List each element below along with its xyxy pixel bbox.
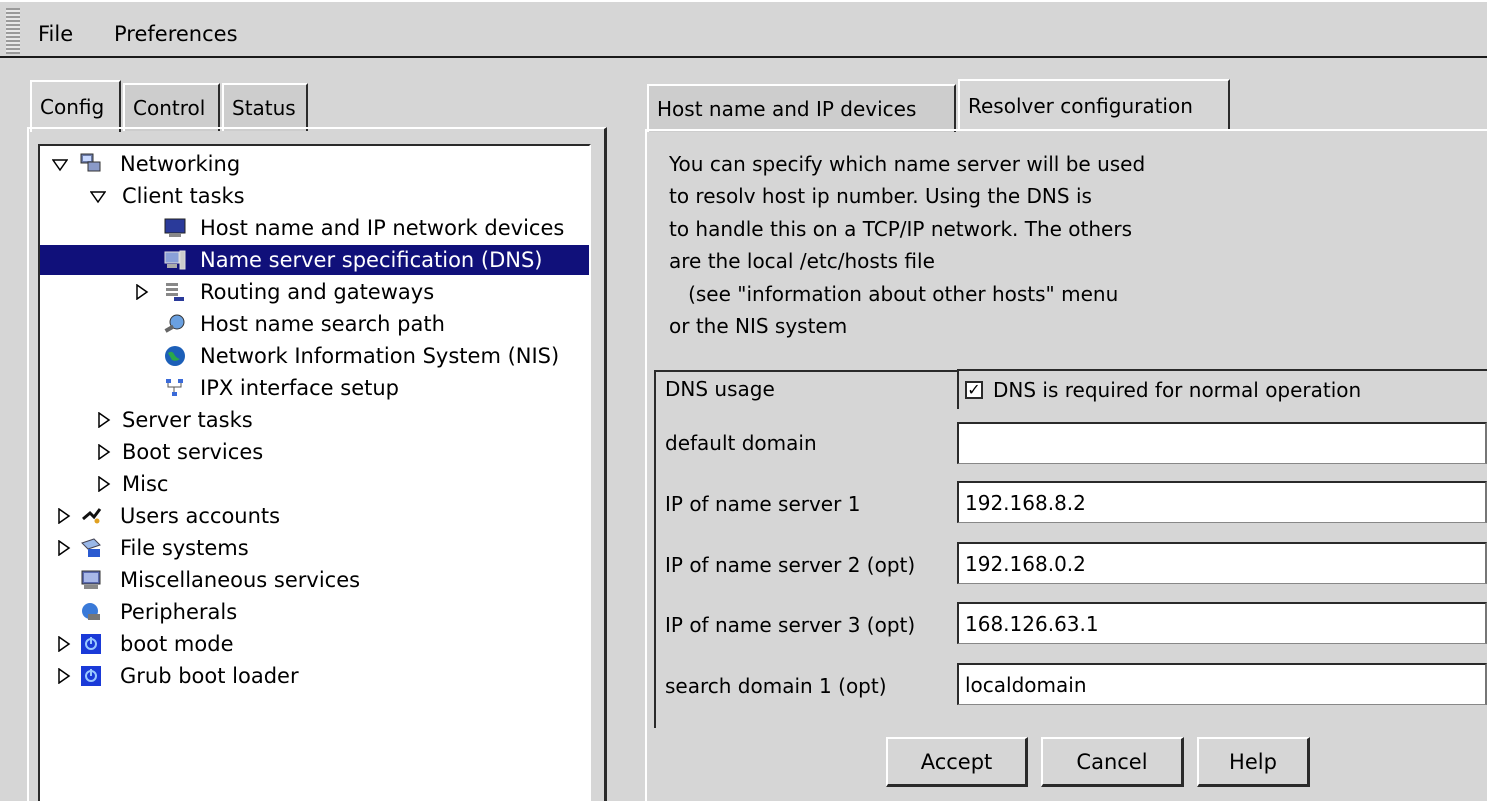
menubar: File Preferences [0, 0, 1487, 58]
tree-label-misc-services: Miscellaneous services [120, 568, 361, 592]
ns3-input[interactable] [957, 602, 1487, 644]
ns3-label: IP of name server 3 (opt) [665, 613, 916, 637]
computer-services-icon [81, 570, 101, 589]
tree-item-server-tasks[interactable]: Server tasks [40, 405, 589, 435]
tree-item-networking[interactable]: Networking [40, 149, 589, 179]
tree-item-peripherals[interactable]: Peripherals [40, 597, 589, 627]
ns1-label: IP of name server 1 [665, 492, 861, 516]
collapsed-triangle-icon[interactable] [96, 412, 112, 428]
network-nodes-icon [166, 379, 183, 396]
tree-label-users-accounts: Users accounts [120, 504, 281, 528]
default-domain-input[interactable] [957, 422, 1487, 464]
dns-required-label: DNS is required for normal operation [993, 378, 1362, 402]
search1-input[interactable] [957, 663, 1487, 705]
tree-item-host-search[interactable]: Host name search path [40, 309, 589, 339]
description-line: to resolv host ip number. Using the DNS … [669, 184, 1092, 209]
tree-label-client-tasks: Client tasks [122, 184, 245, 208]
dns-required-checkbox[interactable]: ✓ [965, 381, 983, 399]
ns2-input[interactable] [957, 542, 1487, 584]
tree-item-host-name-ip[interactable]: Host name and IP network devices [40, 213, 589, 243]
tab-config[interactable]: Config [30, 80, 121, 132]
tab-control[interactable]: Control [123, 83, 220, 131]
monitor-icon [164, 218, 186, 237]
accept-button[interactable]: Accept [886, 737, 1028, 787]
tree-item-boot-mode[interactable]: boot mode [40, 629, 589, 659]
globe-icon [165, 346, 185, 366]
ns2-label: IP of name server 2 (opt) [665, 553, 916, 577]
users-icon [82, 508, 102, 524]
magnifier-search-icon [164, 314, 185, 333]
tree-label-name-server: Name server specification (DNS) [200, 248, 543, 272]
expanded-triangle-icon[interactable] [52, 157, 68, 173]
tree-item-grub[interactable]: Grub boot loader [40, 661, 589, 691]
description-line: (see "information about other hosts" men… [669, 281, 1119, 306]
dns-usage-label: DNS usage [665, 377, 775, 401]
collapsed-triangle-icon[interactable] [134, 284, 150, 300]
tree-label-boot-services: Boot services [122, 440, 264, 464]
tree-item-client-tasks[interactable]: Client tasks [40, 181, 589, 211]
menubar-grip[interactable] [6, 8, 20, 54]
menu-preferences[interactable]: Preferences [114, 22, 238, 46]
tree-label-ipx: IPX interface setup [200, 376, 399, 400]
tree-item-users-accounts[interactable]: Users accounts [40, 501, 589, 531]
description-line: are the local /etc/hosts file [669, 249, 935, 274]
power-icon [81, 634, 101, 654]
dns-computer-icon [164, 250, 186, 270]
cancel-button[interactable]: Cancel [1041, 737, 1184, 787]
tree-item-name-server[interactable]: Name server specification (DNS) [40, 245, 589, 275]
tree-label-file-systems: File systems [120, 536, 249, 560]
tree-label-misc: Misc [122, 472, 169, 496]
default-domain-label: default domain [665, 431, 817, 455]
tree-label-server-tasks: Server tasks [122, 408, 253, 432]
tab-resolver-configuration[interactable]: Resolver configuration [958, 79, 1230, 131]
tree-item-boot-services[interactable]: Boot services [40, 437, 589, 467]
search1-label: search domain 1 (opt) [665, 674, 887, 698]
tab-host-name-ip-label: Host name and IP devices [657, 97, 917, 121]
ns1-input[interactable] [957, 481, 1487, 523]
expanded-triangle-icon[interactable] [90, 189, 106, 205]
tree-label-nis: Network Information System (NIS) [200, 344, 560, 368]
network-computers-icon [80, 153, 101, 172]
collapsed-triangle-icon[interactable] [56, 508, 72, 524]
collapsed-triangle-icon[interactable] [96, 444, 112, 460]
resolver-description: You can specify which name server will b… [669, 148, 1289, 342]
description-line: to handle this on a TCP/IP network. The … [669, 216, 1133, 241]
tab-config-label: Config [40, 95, 105, 119]
tab-status[interactable]: Status [222, 83, 308, 131]
tree-label-peripherals: Peripherals [120, 600, 238, 624]
collapsed-triangle-icon[interactable] [56, 636, 72, 652]
collapsed-triangle-icon[interactable] [56, 668, 72, 684]
tree-label-host-name-ip: Host name and IP network devices [200, 216, 565, 240]
tree-item-routing[interactable]: Routing and gateways [40, 277, 589, 307]
tree-item-nis[interactable]: Network Information System (NIS) [40, 341, 589, 371]
tree-item-misc[interactable]: Misc [40, 469, 589, 499]
tree-item-misc-services[interactable]: Miscellaneous services [40, 565, 589, 595]
description-line: You can specify which name server will b… [669, 152, 1146, 176]
tree-label-networking: Networking [120, 152, 241, 176]
tree-item-ipx[interactable]: IPX interface setup [40, 373, 589, 403]
menu-file[interactable]: File [38, 22, 73, 46]
tree-label-grub: Grub boot loader [120, 664, 299, 688]
tab-resolver-label: Resolver configuration [968, 94, 1193, 118]
tree-label-routing: Routing and gateways [200, 280, 435, 304]
tree-label-host-search: Host name search path [200, 312, 445, 336]
tab-status-label: Status [232, 96, 296, 120]
tab-control-label: Control [133, 96, 206, 120]
config-tree[interactable]: Networking Client tasks Host name and IP… [38, 144, 591, 801]
dns-required-checkbox-row[interactable]: ✓ DNS is required for normal operation [957, 369, 1487, 409]
tree-item-file-systems[interactable]: File systems [40, 533, 589, 563]
collapsed-triangle-icon[interactable] [56, 540, 72, 556]
tab-host-name-ip[interactable]: Host name and IP devices [647, 84, 956, 132]
power-icon [81, 666, 101, 686]
help-button[interactable]: Help [1197, 737, 1310, 787]
file-systems-icon [81, 538, 101, 557]
peripherals-icon [82, 603, 100, 620]
router-icon [166, 283, 184, 301]
collapsed-triangle-icon[interactable] [96, 476, 112, 492]
description-line: or the NIS system [669, 314, 848, 339]
tree-label-boot-mode: boot mode [120, 632, 234, 656]
